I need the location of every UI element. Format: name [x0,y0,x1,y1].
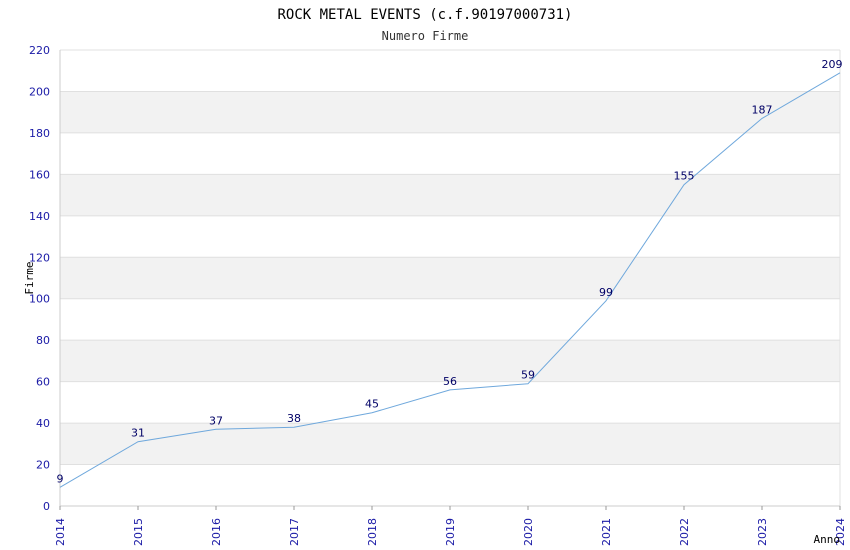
grid-band [60,174,840,216]
data-label: 31 [131,427,145,440]
x-tick-label: 2022 [678,518,691,546]
y-tick-label: 140 [29,210,50,223]
x-axis-label: Anno [814,533,841,546]
y-tick-label: 80 [36,334,50,347]
x-tick-label: 2018 [366,518,379,546]
line-chart: ROCK METAL EVENTS (c.f.90197000731) Nume… [23,7,847,546]
y-tick-label: 40 [36,417,50,430]
y-tick-label: 220 [29,44,50,57]
y-tick-label: 20 [36,459,50,472]
data-label: 209 [822,58,843,71]
data-label: 187 [752,103,773,116]
data-label: 38 [287,412,301,425]
y-tick-label: 60 [36,376,50,389]
x-tick-label: 2014 [54,518,67,546]
x-tick-label: 2015 [132,518,145,546]
data-label: 59 [521,369,535,382]
y-tick-label: 160 [29,168,50,181]
x-tick-label: 2021 [600,518,613,546]
chart-subtitle: Numero Firme [382,29,469,43]
y-tick-label: 180 [29,127,50,140]
data-label: 9 [57,472,64,485]
grid-band [60,423,840,465]
x-tick-label: 2020 [522,518,535,546]
x-tick-label: 2023 [756,518,769,546]
y-axis-label: Firme [23,261,36,294]
data-label: 45 [365,398,379,411]
chart-title: ROCK METAL EVENTS (c.f.90197000731) [277,7,572,23]
grid-bands [60,91,840,465]
grid-band [60,91,840,133]
data-label: 155 [674,170,695,183]
x-tick-labels: 2014 2015 2016 2017 2018 2019 2020 2021 2022 2023… [54,506,847,546]
x-tick-label: 2019 [444,518,457,546]
data-label: 56 [443,375,457,388]
x-tick-label: 2016 [210,518,223,546]
y-tick-label: 200 [29,85,50,98]
grid-band [60,257,840,299]
x-tick-label: 2017 [288,518,301,546]
data-label: 37 [209,414,223,427]
y-tick-label: 0 [43,500,50,513]
data-label: 99 [599,286,613,299]
